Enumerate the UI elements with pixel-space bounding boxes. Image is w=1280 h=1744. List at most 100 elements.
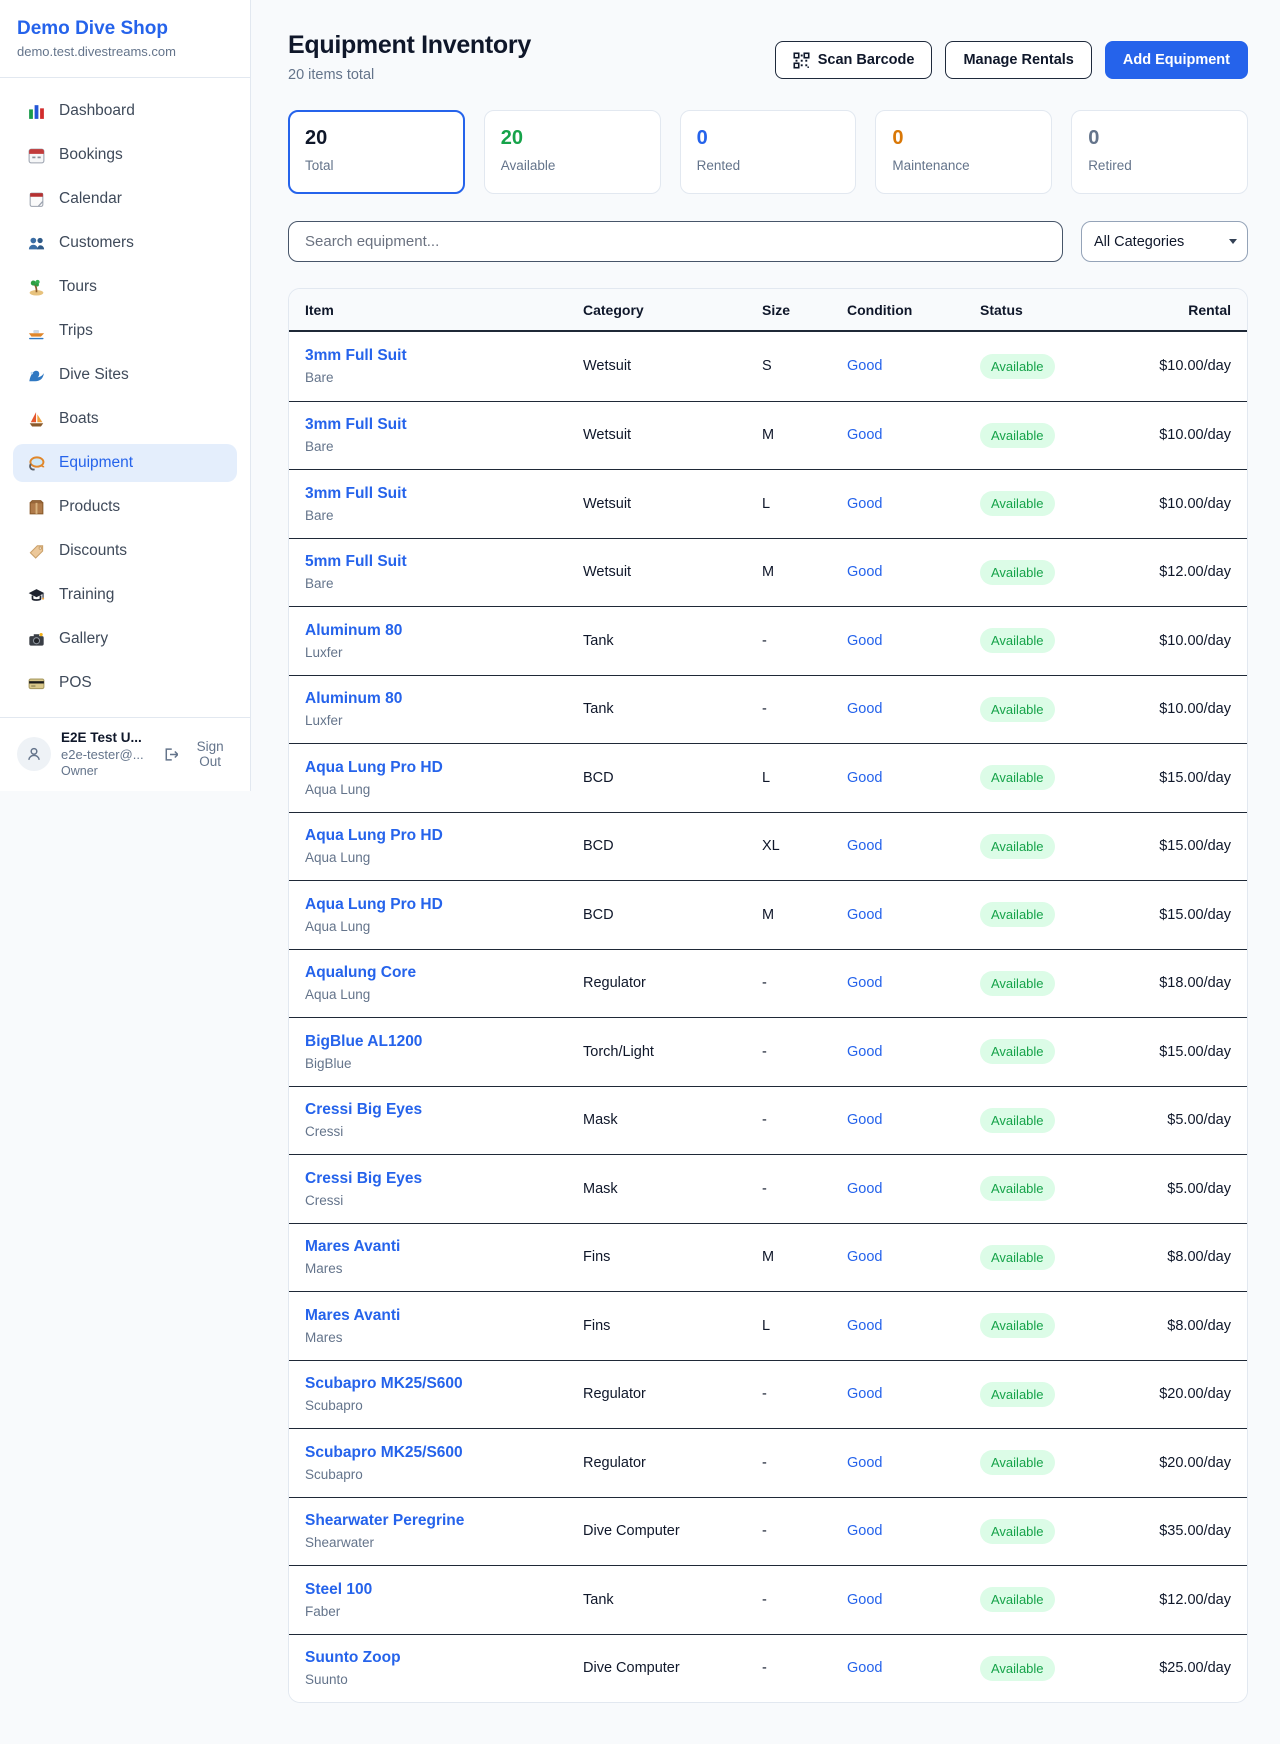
equipment-item-link[interactable]: Cressi Big Eyes <box>305 1169 583 1189</box>
condition-link[interactable]: Good <box>847 1386 882 1402</box>
sidebar-item-dive-sites[interactable]: Dive Sites <box>13 356 237 394</box>
condition-link[interactable]: Good <box>847 633 882 649</box>
status-cell: Available <box>980 1039 1137 1064</box>
equipment-item-link[interactable]: 3mm Full Suit <box>305 415 583 435</box>
stat-card-total[interactable]: 20 Total <box>288 110 465 194</box>
stat-card-maintenance[interactable]: 0 Maintenance <box>875 110 1052 194</box>
equipment-item-link[interactable]: Mares Avanti <box>305 1237 583 1257</box>
sidebar-item-label: Tours <box>59 278 97 296</box>
bar-chart-icon <box>27 102 46 121</box>
equipment-item-link[interactable]: Aqualung Core <box>305 963 583 983</box>
category-cell: Wetsuit <box>583 427 762 443</box>
stat-card-retired[interactable]: 0 Retired <box>1071 110 1248 194</box>
condition-cell: Good <box>847 1318 980 1334</box>
equipment-item-link[interactable]: Steel 100 <box>305 1580 583 1600</box>
sidebar-item-dashboard[interactable]: Dashboard <box>13 92 237 130</box>
manage-rentals-button[interactable]: Manage Rentals <box>945 41 1091 79</box>
equipment-table-body: 3mm Full Suit Bare Wetsuit S Good Availa… <box>289 332 1247 1702</box>
size-cell: - <box>762 1181 847 1197</box>
brand-link[interactable]: Demo Dive Shop <box>17 16 233 41</box>
equipment-item-link[interactable]: Mares Avanti <box>305 1306 583 1326</box>
equipment-item-link[interactable]: Aqua Lung Pro HD <box>305 895 583 915</box>
status-cell: Available <box>980 1176 1137 1201</box>
stat-card-rented[interactable]: 0 Rented <box>680 110 857 194</box>
status-badge: Available <box>980 491 1055 516</box>
equipment-item-link[interactable]: Aluminum 80 <box>305 621 583 641</box>
stat-card-available[interactable]: 20 Available <box>484 110 661 194</box>
condition-link[interactable]: Good <box>847 1181 882 1197</box>
status-cell: Available <box>980 628 1137 653</box>
equipment-brand: Aqua Lung <box>305 986 583 1003</box>
condition-link[interactable]: Good <box>847 1592 882 1608</box>
condition-link[interactable]: Good <box>847 838 882 854</box>
condition-link[interactable]: Good <box>847 701 882 717</box>
condition-link[interactable]: Good <box>847 1318 882 1334</box>
tear-off-calendar-icon <box>27 190 46 209</box>
condition-link[interactable]: Good <box>847 1455 882 1471</box>
sidebar-item-label: Trips <box>59 322 93 340</box>
sidebar: Demo Dive Shop demo.test.divestreams.com… <box>0 0 251 791</box>
status-badge: Available <box>980 834 1055 859</box>
condition-cell: Good <box>847 1112 980 1128</box>
status-cell: Available <box>980 354 1137 379</box>
sidebar-item-equipment[interactable]: Equipment <box>13 444 237 482</box>
sidebar-item-bookings[interactable]: Bookings <box>13 136 237 174</box>
category-select[interactable]: All Categories <box>1081 221 1248 262</box>
equipment-item-link[interactable]: Scubapro MK25/S600 <box>305 1443 583 1463</box>
condition-cell: Good <box>847 1386 980 1402</box>
condition-cell: Good <box>847 1044 980 1060</box>
sidebar-item-gallery[interactable]: Gallery <box>13 620 237 658</box>
sign-out-button[interactable]: Sign Out <box>162 739 236 769</box>
sidebar-item-pos[interactable]: POS <box>13 664 237 702</box>
sidebar-item-tours[interactable]: Tours <box>13 268 237 306</box>
rental-cell: $15.00/day <box>1137 1044 1231 1060</box>
condition-link[interactable]: Good <box>847 1112 882 1128</box>
sidebar-item-discounts[interactable]: Discounts <box>13 532 237 570</box>
sidebar-item-boats[interactable]: Boats <box>13 400 237 438</box>
category-cell: Wetsuit <box>583 358 762 374</box>
equipment-item-link[interactable]: 3mm Full Suit <box>305 346 583 366</box>
size-cell: L <box>762 496 847 512</box>
condition-link[interactable]: Good <box>847 1249 882 1265</box>
scan-barcode-button[interactable]: Scan Barcode <box>775 41 933 79</box>
condition-link[interactable]: Good <box>847 496 882 512</box>
equipment-item-link[interactable]: 3mm Full Suit <box>305 484 583 504</box>
condition-link[interactable]: Good <box>847 1523 882 1539</box>
equipment-item-link[interactable]: Cressi Big Eyes <box>305 1100 583 1120</box>
condition-link[interactable]: Good <box>847 564 882 580</box>
equipment-item-link[interactable]: 5mm Full Suit <box>305 552 583 572</box>
condition-link[interactable]: Good <box>847 1660 882 1676</box>
equipment-item-link[interactable]: Scubapro MK25/S600 <box>305 1374 583 1394</box>
sidebar-item-trips[interactable]: Trips <box>13 312 237 350</box>
sidebar-item-calendar[interactable]: Calendar <box>13 180 237 218</box>
search-input[interactable] <box>288 221 1063 262</box>
sidebar-item-training[interactable]: Training <box>13 576 237 614</box>
header-actions: Scan Barcode Manage Rentals Add Equipmen… <box>775 41 1248 79</box>
item-cell: BigBlue AL1200 BigBlue <box>305 1032 583 1072</box>
category-cell: Tank <box>583 633 762 649</box>
manage-rentals-label: Manage Rentals <box>963 52 1073 68</box>
category-cell: Wetsuit <box>583 564 762 580</box>
add-equipment-button[interactable]: Add Equipment <box>1105 41 1248 79</box>
equipment-item-link[interactable]: Aqua Lung Pro HD <box>305 826 583 846</box>
equipment-item-link[interactable]: Aqua Lung Pro HD <box>305 758 583 778</box>
sidebar-item-customers[interactable]: Customers <box>13 224 237 262</box>
equipment-item-link[interactable]: Aluminum 80 <box>305 689 583 709</box>
equipment-item-link[interactable]: Shearwater Peregrine <box>305 1511 583 1531</box>
sidebar-item-label: Bookings <box>59 146 123 164</box>
condition-link[interactable]: Good <box>847 975 882 991</box>
condition-link[interactable]: Good <box>847 358 882 374</box>
equipment-item-link[interactable]: Suunto Zoop <box>305 1648 583 1668</box>
sidebar-item-products[interactable]: Products <box>13 488 237 526</box>
size-cell: - <box>762 633 847 649</box>
condition-link[interactable]: Good <box>847 907 882 923</box>
rental-cell: $35.00/day <box>1137 1523 1231 1539</box>
condition-link[interactable]: Good <box>847 1044 882 1060</box>
condition-link[interactable]: Good <box>847 770 882 786</box>
wave-icon <box>27 366 46 385</box>
condition-link[interactable]: Good <box>847 427 882 443</box>
table-row: Cressi Big Eyes Cressi Mask - Good Avail… <box>289 1086 1247 1155</box>
size-cell: - <box>762 701 847 717</box>
equipment-brand: Aqua Lung <box>305 849 583 866</box>
equipment-item-link[interactable]: BigBlue AL1200 <box>305 1032 583 1052</box>
